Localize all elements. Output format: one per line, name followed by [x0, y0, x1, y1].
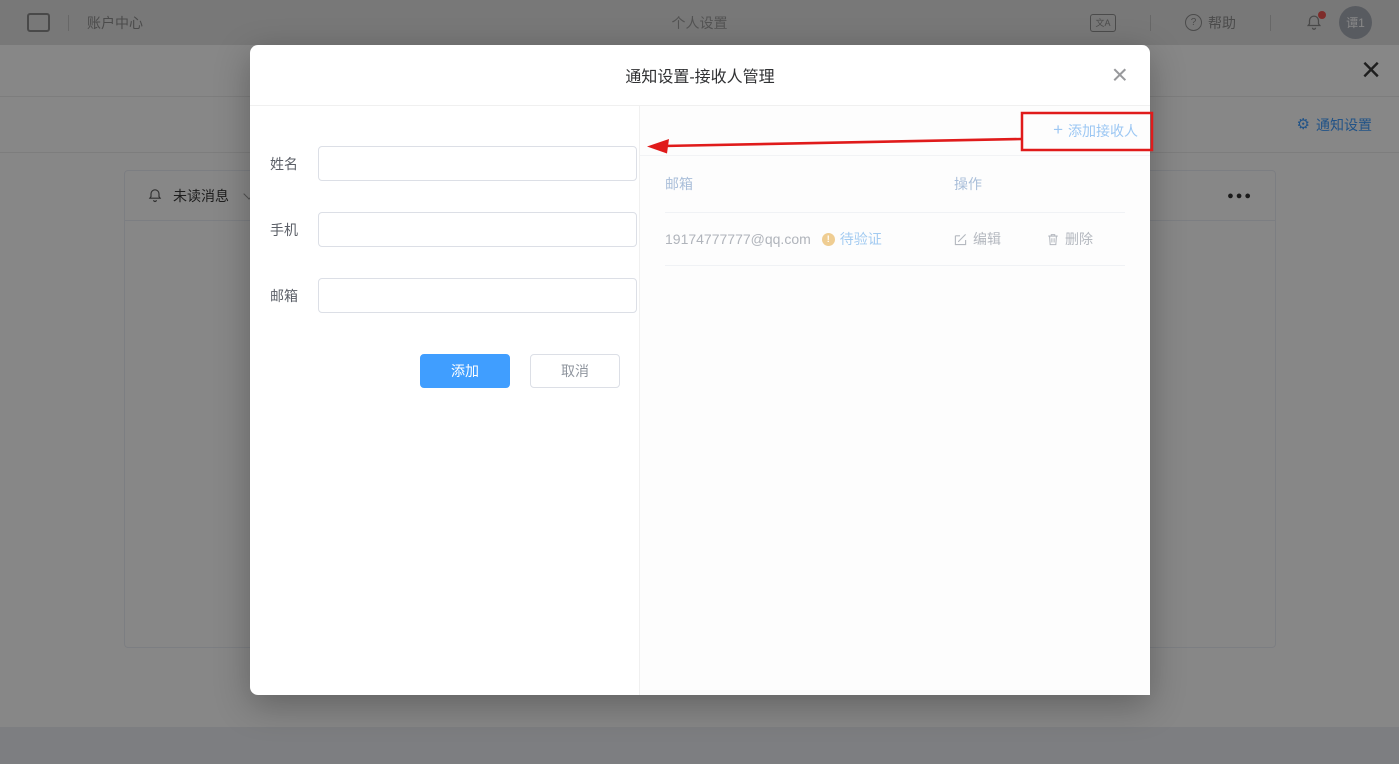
column-header-action: 操作 [954, 174, 1125, 194]
email-label: 邮箱 [270, 286, 312, 306]
edit-button[interactable]: 编辑 [954, 229, 1001, 249]
add-recipient-form: 姓名 手机 邮箱 添加 取消 [250, 106, 640, 695]
add-button[interactable]: 添加 [420, 354, 510, 388]
recipient-list-pane: + 添加接收人 邮箱 操作 19174777777@qq.com ! 待验证 [640, 106, 1150, 695]
column-header-email: 邮箱 [665, 174, 954, 194]
status-label: 待验证 [840, 229, 882, 249]
recipient-email: 19174777777@qq.com [665, 231, 811, 247]
add-recipient-label: 添加接收人 [1068, 121, 1138, 141]
name-label: 姓名 [270, 154, 312, 174]
edit-label: 编辑 [973, 229, 1001, 249]
phone-label: 手机 [270, 220, 312, 240]
edit-icon [954, 233, 967, 246]
email-field[interactable] [318, 278, 637, 313]
warning-icon: ! [822, 233, 835, 246]
recipient-management-modal: 通知设置-接收人管理 × 姓名 手机 邮箱 添加 取消 [250, 45, 1150, 695]
status-badge: ! 待验证 [822, 229, 882, 249]
trash-icon [1047, 233, 1059, 246]
phone-field[interactable] [318, 212, 637, 247]
name-field[interactable] [318, 146, 637, 181]
plus-icon: + [1053, 121, 1063, 138]
delete-label: 删除 [1065, 229, 1093, 249]
recipient-table: 邮箱 操作 19174777777@qq.com ! 待验证 [640, 156, 1150, 266]
add-recipient-button[interactable]: + 添加接收人 [1053, 121, 1138, 141]
modal-title: 通知设置-接收人管理 [625, 63, 774, 87]
table-row: 19174777777@qq.com ! 待验证 编辑 [665, 213, 1125, 266]
modal-close-icon[interactable]: × [1112, 61, 1128, 89]
cancel-button[interactable]: 取消 [530, 354, 620, 388]
delete-button[interactable]: 删除 [1047, 229, 1093, 249]
